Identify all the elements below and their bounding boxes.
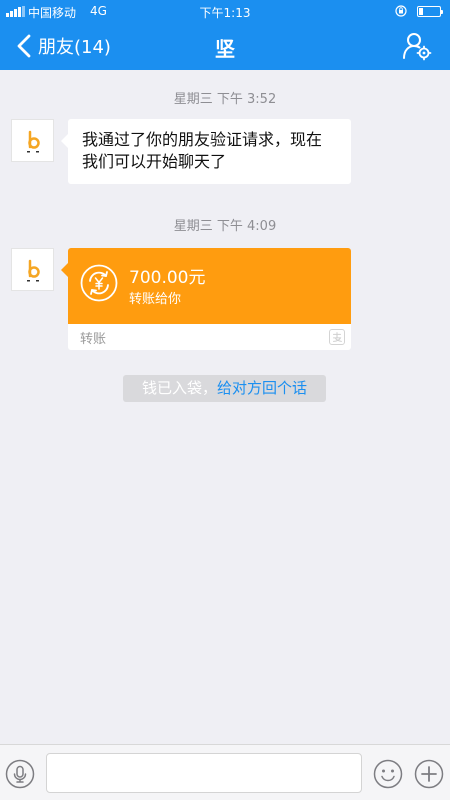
chevron-left-icon — [17, 34, 31, 58]
transfer-card-footer: 转账 — [68, 324, 351, 350]
transfer-amount: 700.00元 — [129, 268, 206, 288]
alipay-icon — [329, 329, 345, 345]
nav-bar: 朋友(14) 坚 — [0, 22, 450, 70]
rotation-lock-icon — [395, 5, 407, 17]
transfer-type-label: 转账 — [80, 332, 107, 347]
message-bubble[interactable]: 我通过了你的朋友验证请求，现在我们可以开始聊天了 — [61, 119, 351, 184]
input-bar — [0, 744, 450, 800]
status-bar: 中国移动 4G 下午1:13 — [0, 0, 450, 22]
back-button[interactable]: 朋友(14) — [14, 32, 111, 60]
battery-icon — [417, 6, 443, 17]
system-notice: 钱已入袋，给对方回个话 — [123, 375, 326, 402]
timestamp: 星期三 下午 4:09 — [173, 219, 277, 234]
emoji-icon[interactable] — [373, 759, 403, 789]
avatar[interactable] — [11, 119, 54, 162]
logo-icon — [27, 259, 40, 282]
logo-icon — [27, 130, 40, 153]
transfer-description: 转账给你 — [129, 292, 182, 307]
back-label: 朋友(14) — [38, 37, 111, 58]
avatar[interactable] — [11, 248, 54, 291]
message-input[interactable] — [46, 753, 362, 793]
header: 中国移动 4G 下午1:13 朋友(14) 坚 — [0, 0, 450, 70]
transfer-icon — [80, 264, 118, 302]
status-time: 下午1:13 — [199, 6, 251, 20]
transfer-card[interactable]: 700.00元 转账给你 转账 — [61, 248, 351, 350]
plus-icon[interactable] — [414, 759, 444, 789]
user-settings-icon[interactable] — [402, 31, 432, 61]
microphone-icon[interactable] — [5, 759, 35, 789]
transfer-card-body: 700.00元 转账给你 — [61, 248, 351, 324]
system-notice-text: 钱已入袋， — [141, 379, 217, 397]
timestamp: 星期三 下午 3:52 — [173, 92, 277, 107]
reply-link[interactable]: 给对方回个话 — [217, 379, 307, 397]
